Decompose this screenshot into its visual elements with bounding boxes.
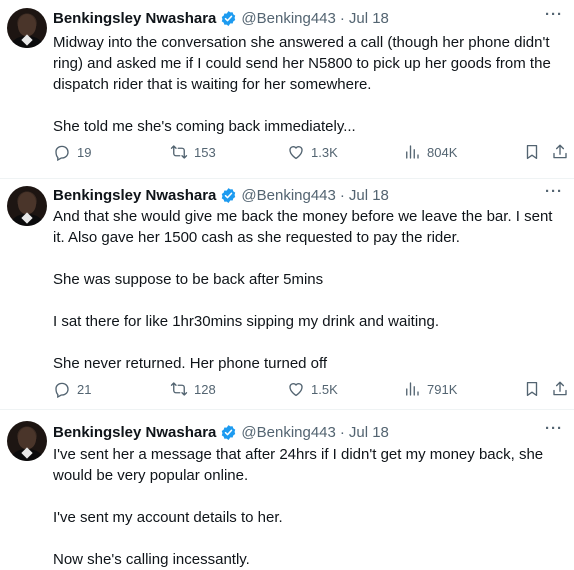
verified-badge-icon bbox=[222, 10, 236, 26]
bookmark-button[interactable] bbox=[523, 143, 541, 166]
views-chart-icon bbox=[406, 382, 419, 396]
tweet[interactable]: Benkingsley Nwashara @Benking443 · Jul 1… bbox=[0, 0, 574, 178]
author-name[interactable]: Benkingsley Nwashara bbox=[53, 424, 216, 441]
author-name[interactable]: Benkingsley Nwashara bbox=[53, 10, 216, 27]
tweet-paragraph: She never returned. Her phone turned off bbox=[53, 355, 328, 372]
like-button[interactable]: 1.5K bbox=[287, 380, 338, 398]
tweet-paragraph: Now she's calling incessantly. bbox=[53, 551, 250, 568]
retweet-count: 153 bbox=[194, 144, 216, 160]
tweet-paragraph: She was suppose to be back after 5mins bbox=[53, 271, 324, 288]
share-icon bbox=[553, 144, 567, 159]
like-count: 1.3K bbox=[311, 144, 338, 160]
separator-dot: · bbox=[339, 9, 345, 27]
more-options-icon[interactable]: ··· bbox=[544, 7, 564, 28]
author-handle[interactable]: @Benking443 bbox=[241, 424, 335, 441]
tweet-paragraph: I've sent her a message that after 24hrs… bbox=[53, 446, 544, 484]
tweet-text: And that she would give me back the mone… bbox=[53, 206, 565, 374]
reply-count: 21 bbox=[77, 381, 92, 397]
tweet-actions: 21 128 1.5K 791K bbox=[53, 380, 573, 400]
avatar[interactable] bbox=[7, 8, 47, 48]
reply-button[interactable]: 21 bbox=[53, 380, 91, 398]
bookmark-icon bbox=[526, 144, 538, 160]
tweet-paragraph: She told me she's coming back immediatel… bbox=[53, 118, 356, 135]
views-chart-icon bbox=[406, 145, 419, 159]
avatar[interactable] bbox=[7, 186, 47, 226]
view-count: 804K bbox=[427, 144, 458, 160]
heart-icon bbox=[289, 383, 303, 397]
verified-badge-icon bbox=[222, 187, 236, 203]
tweet-actions: 19 153 1.3K 804K bbox=[53, 143, 573, 163]
tweet-paragraph: I've sent my account details to her. bbox=[53, 509, 283, 526]
bookmark-icon bbox=[526, 381, 538, 397]
reply-icon bbox=[55, 382, 69, 398]
view-count: 791K bbox=[427, 381, 458, 397]
share-button[interactable] bbox=[551, 380, 569, 403]
share-button[interactable] bbox=[551, 143, 569, 166]
bookmark-button[interactable] bbox=[523, 380, 541, 403]
author-name[interactable]: Benkingsley Nwashara bbox=[53, 187, 216, 204]
reply-count: 19 bbox=[77, 144, 92, 160]
retweet-icon bbox=[170, 382, 188, 396]
verified-badge-icon bbox=[222, 424, 236, 440]
retweet-icon bbox=[170, 145, 188, 159]
tweet-paragraph: And that she would give me back the mone… bbox=[53, 208, 553, 246]
separator-dot: · bbox=[339, 186, 345, 204]
author-handle[interactable]: @Benking443 bbox=[241, 10, 335, 27]
retweet-button[interactable]: 128 bbox=[170, 380, 216, 398]
share-icon bbox=[553, 381, 567, 396]
tweet-paragraph: Midway into the conversation she answere… bbox=[53, 34, 551, 93]
retweet-count: 128 bbox=[194, 381, 216, 397]
tweet-paragraph: I sat there for like 1hr30mins sipping m… bbox=[53, 313, 440, 330]
tweet-text: I've sent her a message that after 24hrs… bbox=[53, 444, 565, 570]
tweet[interactable]: Benkingsley Nwashara @Benking443 · Jul 1… bbox=[0, 410, 574, 568]
like-button[interactable]: 1.3K bbox=[287, 143, 338, 161]
author-handle[interactable]: @Benking443 bbox=[241, 187, 335, 204]
more-options-icon[interactable]: ··· bbox=[544, 184, 564, 205]
tweet[interactable]: Benkingsley Nwashara @Benking443 · Jul 1… bbox=[0, 179, 574, 409]
tweet-date[interactable]: Jul 18 bbox=[349, 187, 389, 204]
tweet-date[interactable]: Jul 18 bbox=[349, 424, 389, 441]
heart-icon bbox=[289, 146, 303, 160]
views-button[interactable]: 791K bbox=[403, 380, 457, 398]
avatar[interactable] bbox=[7, 421, 47, 461]
tweet-text: Midway into the conversation she answere… bbox=[53, 32, 565, 137]
reply-icon bbox=[55, 145, 69, 161]
tweet-header: Benkingsley Nwashara @Benking443 · Jul 1… bbox=[53, 8, 389, 28]
reply-button[interactable]: 19 bbox=[53, 143, 91, 161]
separator-dot: · bbox=[339, 423, 345, 441]
tweet-header: Benkingsley Nwashara @Benking443 · Jul 1… bbox=[53, 422, 389, 442]
tweet-header: Benkingsley Nwashara @Benking443 · Jul 1… bbox=[53, 185, 389, 205]
retweet-button[interactable]: 153 bbox=[170, 143, 216, 161]
views-button[interactable]: 804K bbox=[403, 143, 457, 161]
like-count: 1.5K bbox=[311, 381, 338, 397]
more-options-icon[interactable]: ··· bbox=[544, 421, 564, 442]
tweet-date[interactable]: Jul 18 bbox=[349, 10, 389, 27]
